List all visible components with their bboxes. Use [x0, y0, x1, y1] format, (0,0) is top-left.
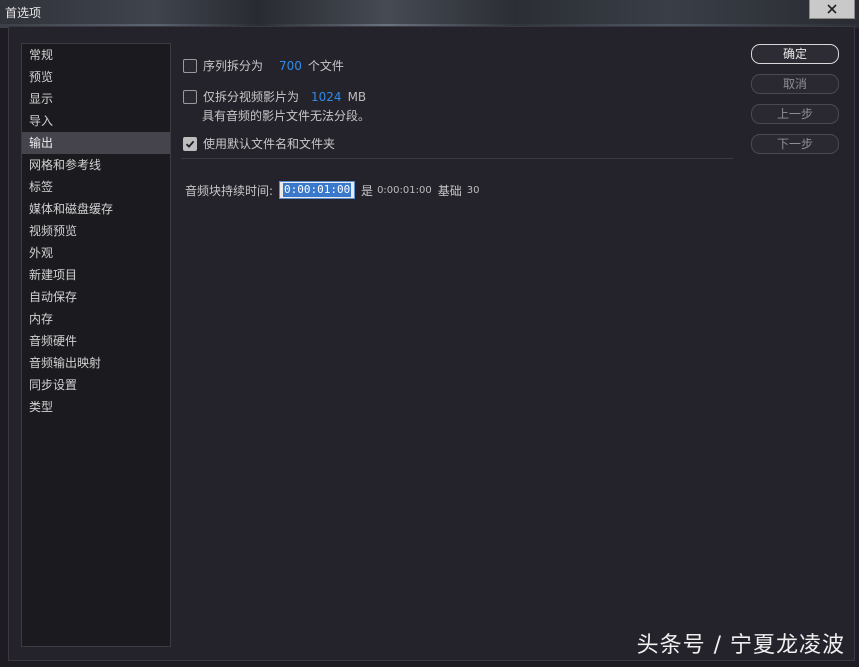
- sidebar-item-output[interactable]: 输出: [22, 132, 170, 154]
- split-video-note-row: 具有音频的影片文件无法分段。: [202, 107, 370, 124]
- sidebar-item-audio-hardware[interactable]: 音频硬件: [22, 330, 170, 352]
- close-button[interactable]: [809, 0, 855, 19]
- cancel-button[interactable]: 取消: [751, 74, 839, 94]
- previous-button[interactable]: 上一步: [751, 104, 839, 124]
- audio-block-base-label: 基础: [437, 183, 462, 198]
- audio-block-base-value: 30: [466, 184, 480, 196]
- default-names-row: 使用默认文件名和文件夹: [183, 135, 335, 152]
- preferences-dialog: 常规 预览 显示 导入 输出 网格和参考线 标签 媒体和磁盘缓存 视频预览 外观…: [8, 26, 855, 661]
- audio-block-is-value: 0:00:01:00: [377, 184, 432, 196]
- close-icon: [827, 4, 837, 14]
- section-divider: [181, 158, 733, 159]
- split-sequence-suffix: 个文件: [307, 59, 344, 73]
- split-sequence-label: 序列拆分为: [203, 59, 264, 73]
- window-title: 首选项: [5, 6, 42, 20]
- next-button[interactable]: 下一步: [751, 134, 839, 154]
- split-video-label: 仅拆分视频影片为: [203, 90, 300, 104]
- sidebar-item-memory[interactable]: 内存: [22, 308, 170, 330]
- split-video-note: 具有音频的影片文件无法分段。: [202, 109, 371, 123]
- sidebar-item-display[interactable]: 显示: [22, 88, 170, 110]
- sidebar-item-import[interactable]: 导入: [22, 110, 170, 132]
- sidebar-item-labels[interactable]: 标签: [22, 176, 170, 198]
- ok-button[interactable]: 确定: [751, 44, 839, 64]
- sidebar-item-type[interactable]: 类型: [22, 396, 170, 418]
- watermark-text: 头条号 / 宁夏龙凌波: [636, 633, 845, 658]
- audio-block-duration-input[interactable]: 0:00:01:00: [279, 181, 356, 199]
- sidebar-item-preview[interactable]: 预览: [22, 66, 170, 88]
- audio-block-is-label: 是: [361, 183, 374, 198]
- split-sequence-count[interactable]: 700: [279, 59, 302, 73]
- default-names-checkbox[interactable]: [183, 136, 197, 151]
- sidebar-item-sync-settings[interactable]: 同步设置: [22, 374, 170, 396]
- sidebar-item-appearance[interactable]: 外观: [22, 242, 170, 264]
- split-video-size[interactable]: 1024: [311, 90, 342, 104]
- sidebar-item-new-project[interactable]: 新建项目: [22, 264, 170, 286]
- title-bar: 首选项: [0, 0, 859, 24]
- split-sequence-row: 序列拆分为 700 个文件: [183, 57, 344, 74]
- sidebar-item-video-preview[interactable]: 视频预览: [22, 220, 170, 242]
- sidebar-item-auto-save[interactable]: 自动保存: [22, 286, 170, 308]
- sidebar-item-grids-guides[interactable]: 网格和参考线: [22, 154, 170, 176]
- category-list: 常规 预览 显示 导入 输出 网格和参考线 标签 媒体和磁盘缓存 视频预览 外观…: [21, 43, 171, 647]
- split-video-unit: MB: [347, 89, 367, 104]
- checkmark-icon: [185, 140, 195, 148]
- audio-block-label: 音频块持续时间:: [185, 183, 274, 198]
- audio-block-row: 音频块持续时间: 0:00:01:00 是 0:00:01:00 基础 30: [185, 181, 479, 199]
- default-names-label: 使用默认文件名和文件夹: [203, 137, 336, 151]
- sidebar-item-media-disk-cache[interactable]: 媒体和磁盘缓存: [22, 198, 170, 220]
- split-video-checkbox[interactable]: [183, 89, 197, 104]
- split-video-row: 仅拆分视频影片为 1024 MB: [183, 88, 366, 105]
- audio-block-duration-value: 0:00:01:00: [283, 183, 352, 197]
- split-sequence-checkbox[interactable]: [183, 58, 197, 73]
- sidebar-item-audio-output-mapping[interactable]: 音频输出映射: [22, 352, 170, 374]
- sidebar-item-general[interactable]: 常规: [22, 44, 170, 66]
